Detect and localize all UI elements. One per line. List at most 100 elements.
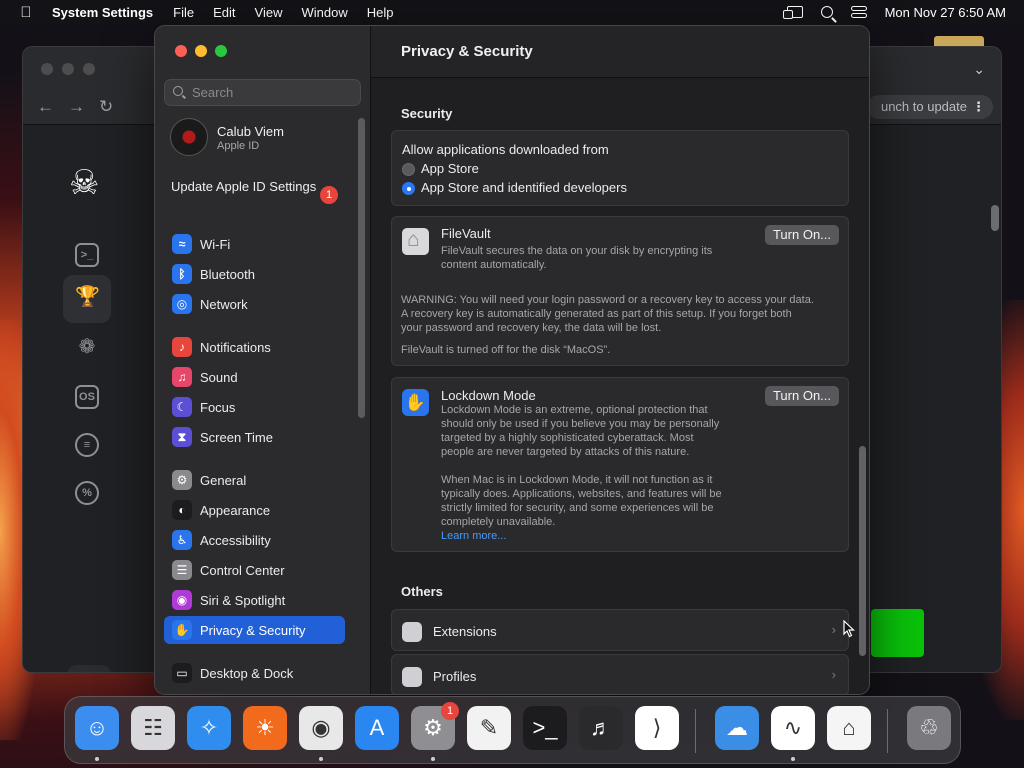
- app-store-icon[interactable]: A: [355, 706, 399, 750]
- sidebar-item-screen-time[interactable]: ⧗ Screen Time: [164, 423, 345, 451]
- menu-window[interactable]: Window: [301, 5, 347, 20]
- mouse-cursor-icon: [843, 620, 855, 638]
- avatar: [170, 118, 208, 156]
- menu-help[interactable]: Help: [367, 5, 394, 20]
- reload-icon[interactable]: ↻: [99, 97, 113, 117]
- vscode-icon[interactable]: ⟩: [635, 706, 679, 750]
- sidebar-item-control-center[interactable]: ☰ Control Center: [164, 556, 345, 584]
- speaker-icon: ♫: [172, 367, 192, 387]
- dock-running-indicator: [95, 757, 99, 761]
- sidebar-item-siri-spotlight[interactable]: ◉ Siri & Spotlight: [164, 586, 345, 614]
- menu-app-name[interactable]: System Settings: [52, 5, 153, 20]
- finder-icon[interactable]: ☺: [75, 706, 119, 750]
- freeform-icon[interactable]: ∿: [771, 706, 815, 750]
- apple-menu-icon[interactable]: : [0, 4, 52, 21]
- close-window-button[interactable]: [175, 45, 187, 57]
- sidebar-search-input[interactable]: Search: [164, 79, 361, 106]
- dock-running-indicator: [431, 757, 435, 761]
- background-scrollbar[interactable]: [991, 205, 999, 231]
- radio-app-store-label[interactable]: App Store: [421, 161, 479, 176]
- dock: ☺ ☷ ✧ ☀ ◉ A ⚙ ✎ >_ ♬ ⟩ ☁ ∿ ⌂ ♲ 1: [64, 696, 961, 764]
- bluetooth-icon: ᛒ: [172, 264, 192, 284]
- relaunch-to-update-button[interactable]: unch to update: [866, 95, 993, 119]
- allow-apps-label: Allow applications downloaded from: [402, 142, 609, 157]
- apple-id-account[interactable]: Calub Viem Apple ID: [170, 118, 360, 158]
- chrome-icon[interactable]: ◉: [299, 706, 343, 750]
- profiles-label: Profiles: [433, 669, 477, 684]
- dock-separator: [887, 709, 888, 753]
- lockdown-turn-on-button[interactable]: Turn On...: [765, 386, 839, 406]
- profiles-icon: [402, 667, 422, 687]
- chevron-down-icon[interactable]: ⌄: [973, 61, 985, 78]
- sidebar-item-appearance[interactable]: ◐ Appearance: [164, 496, 345, 524]
- green-action-button[interactable]: [871, 609, 924, 657]
- textedit-icon[interactable]: ✎: [467, 706, 511, 750]
- more-options-icon[interactable]: ⋯: [67, 665, 111, 672]
- menu-file[interactable]: File: [173, 5, 194, 20]
- trophy-icon[interactable]: 🏆: [75, 287, 100, 311]
- profiles-row[interactable]: Profiles ›: [391, 654, 849, 694]
- accessibility-icon: ♿: [172, 530, 192, 550]
- terminal-icon[interactable]: >_: [523, 706, 567, 750]
- settings-main-panel: Privacy & Security Security Allow applic…: [371, 26, 869, 694]
- sidebar-item-label: Desktop & Dock: [200, 665, 294, 681]
- update-apple-id-settings[interactable]: Update Apple ID Settings: [171, 179, 321, 195]
- control-center-icon[interactable]: [850, 6, 867, 18]
- menu-view[interactable]: View: [255, 5, 283, 20]
- sidebar-item-bluetooth[interactable]: ᛒ Bluetooth: [164, 260, 345, 288]
- dock-running-indicator: [791, 757, 795, 761]
- sidebar-item-notifications[interactable]: ♪ Notifications: [164, 333, 345, 361]
- menu-edit[interactable]: Edit: [213, 5, 235, 20]
- globe-icon: ◎: [172, 294, 192, 314]
- account-subtitle: Apple ID: [217, 140, 260, 152]
- filevault-warning-line1: WARNING: You will need your login passwo…: [401, 294, 814, 306]
- terminal-icon[interactable]: >_: [75, 243, 99, 267]
- radio-identified-developers[interactable]: [402, 182, 415, 195]
- zoom-window-button[interactable]: [215, 45, 227, 57]
- home-icon[interactable]: ⌂: [827, 706, 871, 750]
- sidebar-item-label: Network: [200, 296, 248, 312]
- radio-app-store[interactable]: [402, 163, 415, 176]
- browser-window-controls[interactable]: [41, 63, 95, 75]
- spotlight-search-icon[interactable]: [820, 6, 833, 18]
- minimize-window-button[interactable]: [195, 45, 207, 57]
- os-icon[interactable]: OS: [75, 385, 99, 409]
- main-scrollbar[interactable]: [859, 446, 866, 656]
- sidebar-item-label: Appearance: [200, 502, 271, 518]
- sidebar-item-label: Focus: [200, 399, 236, 415]
- control-center-icon: ☰: [172, 560, 192, 580]
- forward-arrow-icon[interactable]: →: [68, 97, 85, 117]
- menu-clock[interactable]: Mon Nov 27 6:50 AM: [885, 5, 1006, 20]
- trash-icon[interactable]: ♲: [907, 706, 951, 750]
- hourglass-icon: ⧗: [172, 427, 192, 447]
- lockdown-desc-line2: should only be used if you believe you m…: [441, 418, 720, 430]
- firefox-icon[interactable]: ☀: [243, 706, 287, 750]
- badge-percent-icon[interactable]: %: [75, 481, 99, 505]
- sidebar-item-sound[interactable]: ♫ Sound: [164, 363, 345, 391]
- radio-identified-developers-label[interactable]: App Store and identified developers: [421, 180, 627, 195]
- weather-icon[interactable]: ☁: [715, 706, 759, 750]
- screen-mirroring-icon[interactable]: [782, 6, 803, 19]
- safari-icon[interactable]: ✧: [187, 706, 231, 750]
- chat-icon[interactable]: ≡: [75, 433, 99, 457]
- sidebar-item-network[interactable]: ◎ Network: [164, 290, 345, 318]
- learn-more-link[interactable]: Learn more...: [441, 529, 506, 543]
- launchpad-icon[interactable]: ☷: [131, 706, 175, 750]
- sidebar-item-focus[interactable]: ☾ Focus: [164, 393, 345, 421]
- settings-notification-badge: 1: [441, 702, 459, 720]
- allow-apps-card: Allow applications downloaded from App S…: [391, 130, 849, 206]
- puzzle-icon[interactable]: ❁: [75, 337, 99, 361]
- sidebar-item-general[interactable]: ⚙ General: [164, 466, 345, 494]
- sidebar-item-label: Wi-Fi: [200, 236, 231, 252]
- extensions-row[interactable]: Extensions ›: [391, 609, 849, 651]
- chevron-right-icon: ›: [831, 667, 836, 682]
- back-arrow-icon[interactable]: ←: [37, 97, 54, 117]
- sidebar-item-wi-fi[interactable]: ≈ Wi-Fi: [164, 230, 345, 258]
- sidebar-item-privacy-security[interactable]: ✋ Privacy & Security: [164, 616, 345, 644]
- garageband-icon[interactable]: ♬: [579, 706, 623, 750]
- filevault-turn-on-button[interactable]: Turn On...: [765, 225, 839, 245]
- filevault-status: FileVault is turned off for the disk “Ma…: [401, 344, 611, 356]
- sidebar-item-desktop-dock[interactable]: ▭ Desktop & Dock: [164, 659, 345, 687]
- sidebar-item-accessibility[interactable]: ♿ Accessibility: [164, 526, 345, 554]
- sidebar-scrollbar[interactable]: [358, 118, 365, 418]
